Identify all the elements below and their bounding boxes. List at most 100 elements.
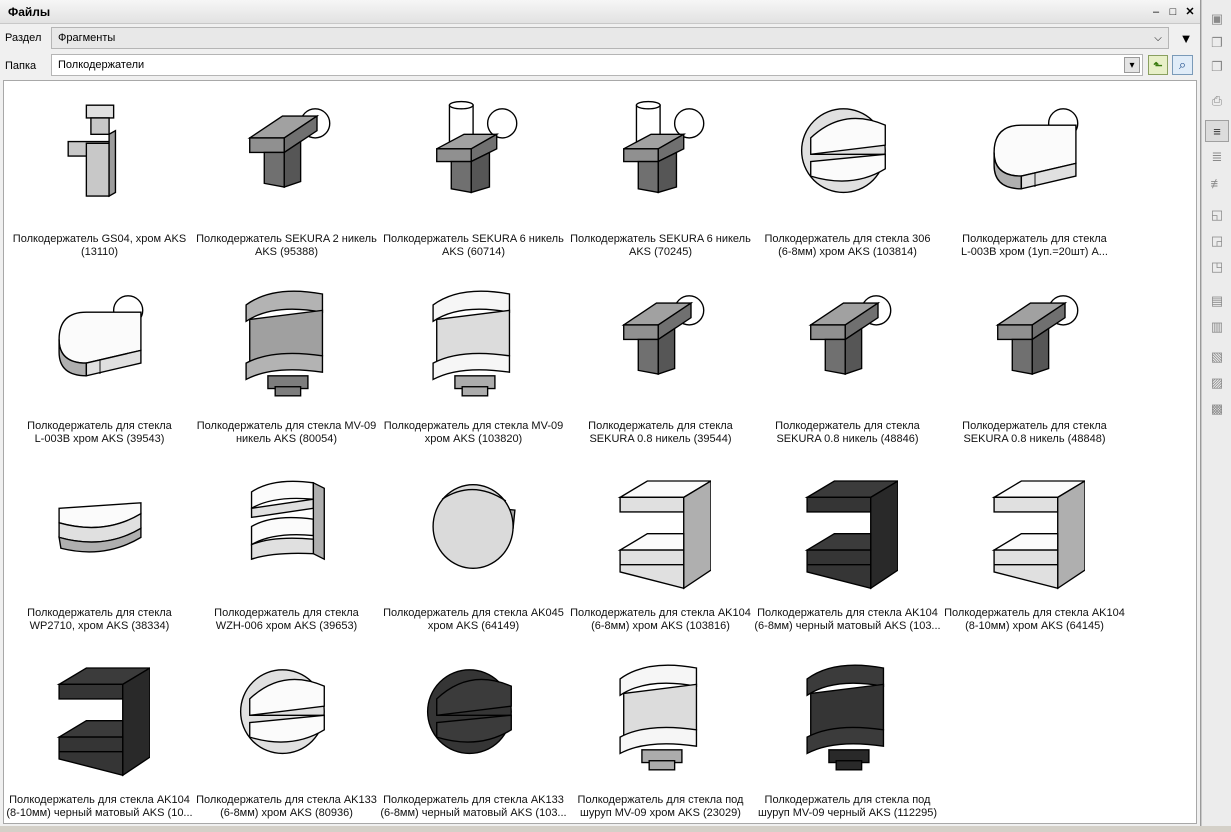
fragment-item[interactable]: Полкодержатель для стекла MV-09 хром AKS … — [380, 271, 567, 458]
fragment-caption: Полкодержатель для стекла AK045 хром AKS … — [380, 607, 567, 633]
fragment-item[interactable]: Полкодержатель SEKURA 6 никель AKS (70245… — [567, 84, 754, 271]
fragment-caption: Полкодержатель для стекла SEKURA 0.8 нике… — [941, 420, 1128, 446]
folder-row: Папка Полкодержатели ▾ ⬑ ⌕ — [0, 53, 1201, 79]
fragment-thumbnail — [611, 92, 711, 222]
fragment-thumbnail — [50, 279, 150, 409]
fragment-caption-line2: AKS (70245) — [629, 246, 692, 258]
fragment-thumbnail — [611, 466, 714, 596]
fragment-caption-line1: Полкодержатель для стекла под — [764, 794, 931, 806]
fragment-caption-line2: SEKURA 0.8 никель (48848) — [963, 433, 1106, 445]
copy-icon[interactable]: ❐ — [1205, 56, 1229, 78]
chevron-down-icon[interactable]: ▾ — [1124, 57, 1140, 73]
fragment-caption-line1: Полкодержатель для стекла 306 — [764, 233, 931, 245]
minimize-icon[interactable]: ‒ — [1149, 5, 1163, 19]
fragment-item[interactable]: Полкодержатель для стекла под шуруп MV-09… — [567, 645, 754, 832]
layer-remove-icon[interactable]: ◳ — [1205, 256, 1229, 278]
print-icon[interactable]: ⎙ — [1205, 90, 1229, 112]
section-value: Фрагменты — [58, 32, 116, 44]
fragment-caption: Полкодержатель для стекла AK104 (6-8мм) ч… — [754, 607, 941, 633]
fragment-caption-line2: хром AKS (103820) — [424, 433, 523, 445]
maximize-icon[interactable]: □ — [1166, 5, 1180, 19]
fragment-thumbnail — [798, 653, 898, 783]
fragment-item[interactable]: Полкодержатель GS04, хром AKS (13110) — [6, 84, 193, 271]
fragment-item[interactable]: Полкодержатель для стекла AK045 хром AKS … — [380, 458, 567, 645]
fragment-caption: Полкодержатель для стекла SEKURA 0.8 нике… — [754, 420, 941, 446]
fragment-thumbnail — [798, 466, 901, 596]
fragment-caption-line2: AKS (95388) — [255, 246, 318, 258]
page-add-icon[interactable]: ▥ — [1205, 316, 1229, 338]
title-bar: Файлы ‒ □ ✕ — [0, 0, 1200, 24]
fragment-item[interactable]: Полкодержатель SEKURA 2 никель AKS (95388… — [193, 84, 380, 271]
screw-icon[interactable]: ≡ — [1205, 120, 1229, 142]
chevron-down-icon[interactable]: ⌵ — [1150, 30, 1166, 46]
fragment-item[interactable]: Полкодержатель для стекла SEKURA 0.8 нике… — [941, 271, 1128, 458]
fragment-thumbnail — [611, 653, 711, 783]
doc-add-icon[interactable]: ▨ — [1205, 372, 1229, 394]
fragment-caption-line2: L-003B хром (1уп.=20шт) A... — [961, 246, 1108, 258]
fragment-caption-line2: (13110) — [80, 246, 119, 258]
section-select[interactable]: Фрагменты ⌵ — [51, 27, 1169, 49]
layer-icon[interactable]: ◱ — [1205, 204, 1229, 226]
fragment-caption-line1: Полкодержатель для стекла под — [577, 794, 744, 806]
fragment-caption: Полкодержатель для стекла AK104 (6-8мм) х… — [567, 607, 754, 633]
fragment-caption-line2: AKS (60714) — [442, 246, 505, 258]
fragment-caption-line1: Полкодержатель для стекла AK104 — [757, 607, 938, 619]
fragment-item[interactable]: Полкодержатель для стекла WZH-006 хром AK… — [193, 458, 380, 645]
fragment-thumbnail — [424, 92, 524, 222]
copy-icon[interactable]: ❐ — [1205, 32, 1229, 54]
screw-remove-icon[interactable]: ≢ — [1205, 172, 1229, 194]
fragment-caption-line2: SEKURA 0.8 никель (48846) — [776, 433, 919, 445]
fragment-caption: Полкодержатель для стекла MV-09 никель AK… — [193, 420, 380, 446]
fragment-item[interactable]: Полкодержатель для стекла AK133 (6-8мм) х… — [193, 645, 380, 832]
fragment-caption-line2: (6-8мм) хром AKS (80936) — [220, 807, 353, 819]
fragment-caption-line1: Полкодержатель для стекла AK104 — [944, 607, 1125, 619]
fragment-thumbnail — [985, 92, 1085, 222]
folder-up-icon[interactable]: ⬑ — [1148, 55, 1168, 75]
fragment-item[interactable]: Полкодержатель для стекла 306 (6-8мм) хро… — [754, 84, 941, 271]
search-icon[interactable]: ⌕ — [1172, 55, 1193, 75]
doc-icon[interactable]: ▧ — [1205, 346, 1229, 368]
fragment-caption-line1: Полкодержатель для стекла AK104 — [570, 607, 751, 619]
fragment-caption: Полкодержатель для стекла AK104 (8-10мм) … — [6, 794, 193, 820]
fragment-caption: Полкодержатель для стекла L-003B хром (1у… — [941, 233, 1128, 259]
fragment-thumbnail — [424, 279, 524, 409]
fragment-item[interactable]: Полкодержатель для стекла L-003B хром (1у… — [941, 84, 1128, 271]
fragment-caption-line1: Полкодержатель для стекла AK045 — [383, 607, 564, 619]
fragment-caption-line1: Полкодержатель для стекла AK133 — [383, 794, 564, 806]
fragment-caption: Полкодержатель для стекла WP2710, хром AK… — [6, 607, 193, 633]
fragment-item[interactable]: Полкодержатель для стекла SEKURA 0.8 нике… — [567, 271, 754, 458]
fragment-item[interactable]: Полкодержатель для стекла AK104 (8-10мм) … — [941, 458, 1128, 645]
fragment-caption: Полкодержатель SEKURA 6 никель AKS (70245… — [567, 233, 754, 259]
fragment-item[interactable]: Полкодержатель для стекла MV-09 никель AK… — [193, 271, 380, 458]
fragment-item[interactable]: Полкодержатель для стекла L-003B хром AKS… — [6, 271, 193, 458]
fragment-caption-line1: Полкодержатель для стекла — [775, 420, 920, 432]
fragment-item[interactable]: Полкодержатель SEKURA 6 никель AKS (60714… — [380, 84, 567, 271]
fragment-caption: Полкодержатель для стекла под шуруп MV-09… — [567, 794, 754, 820]
dropdown-menu-icon[interactable]: ▼ — [1179, 31, 1193, 46]
fragment-caption-line2: WZH-006 хром AKS (39653) — [215, 620, 358, 632]
fragment-item[interactable]: Полкодержатель для стекла AK104 (6-8мм) х… — [567, 458, 754, 645]
fragment-item[interactable]: Полкодержатель для стекла под шуруп MV-09… — [754, 645, 941, 832]
fragment-grid: Полкодержатель GS04, хром AKS (13110) Пол… — [3, 80, 1197, 824]
screw-add-icon[interactable]: ≣ — [1205, 146, 1229, 168]
fragment-thumbnail — [237, 92, 337, 222]
fragment-caption-line1: Полкодержатель для стекла — [962, 233, 1107, 245]
fragment-thumbnail — [424, 653, 524, 783]
page-icon[interactable]: ▤ — [1205, 290, 1229, 312]
fragment-caption-line2: никель AKS (80054) — [235, 433, 338, 445]
layer-add-icon[interactable]: ◲ — [1205, 230, 1229, 252]
close-icon[interactable]: ✕ — [1183, 5, 1197, 19]
fragment-item[interactable]: Полкодержатель для стекла WP2710, хром AK… — [6, 458, 193, 645]
fragment-item[interactable]: Полкодержатель для стекла AK104 (6-8мм) ч… — [754, 458, 941, 645]
fragment-thumbnail — [50, 92, 150, 222]
folder-select[interactable]: Полкодержатели ▾ — [51, 54, 1143, 76]
fragment-caption-line1: Полкодержатель SEKURA 6 никель — [570, 233, 751, 245]
fragment-item[interactable]: Полкодержатель для стекла SEKURA 0.8 нике… — [754, 271, 941, 458]
fragment-thumbnail — [985, 279, 1085, 409]
fragment-item[interactable]: Полкодержатель для стекла AK133 (6-8мм) ч… — [380, 645, 567, 832]
panel-icon[interactable]: ▣ — [1205, 8, 1229, 30]
fragment-thumbnail — [237, 279, 337, 409]
doc-remove-icon[interactable]: ▩ — [1205, 398, 1229, 420]
fragment-caption: Полкодержатель SEKURA 6 никель AKS (60714… — [380, 233, 567, 259]
fragment-item[interactable]: Полкодержатель для стекла AK104 (8-10мм) … — [6, 645, 193, 832]
